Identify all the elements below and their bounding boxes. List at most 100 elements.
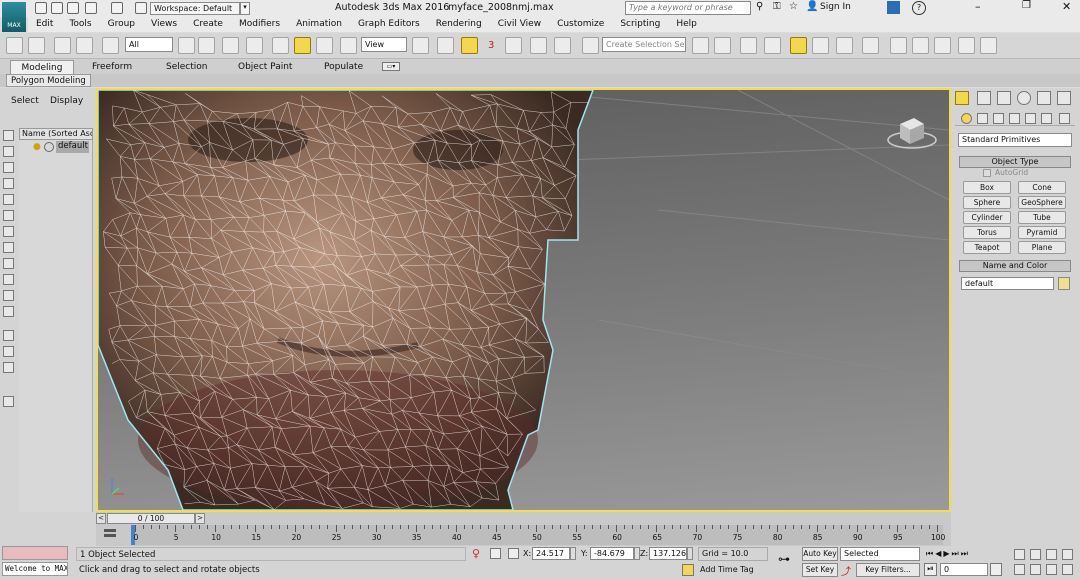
edit-named-selection-icon[interactable] <box>582 37 599 54</box>
workspace-dropdown[interactable]: Workspace: Default <box>150 2 240 15</box>
name-and-color-rollout[interactable]: Name and Color <box>959 260 1071 272</box>
name-column-header[interactable]: Name (Sorted Asc <box>19 128 93 140</box>
keyboard-shortcut-override-icon[interactable] <box>461 37 478 54</box>
display-xrefs-icon[interactable] <box>3 258 14 269</box>
display-shapes-icon[interactable] <box>3 162 14 173</box>
help-icon[interactable]: ? <box>912 1 926 15</box>
unlink-icon[interactable] <box>76 37 93 54</box>
search-input[interactable]: Type a keyword or phrase <box>625 1 751 15</box>
systems-icon[interactable] <box>1059 113 1070 124</box>
create-tab-icon[interactable] <box>955 91 969 105</box>
menu-civil-view[interactable]: Civil View <box>490 17 549 32</box>
filter-icon[interactable] <box>3 396 14 407</box>
render-activeshade-icon[interactable] <box>980 37 997 54</box>
named-selection-dropdown[interactable]: Create Selection Set <box>602 37 686 52</box>
object-name-field[interactable]: default <box>961 277 1054 290</box>
time-slider[interactable]: 0 / 100 <box>107 513 195 524</box>
scene-select-menu[interactable]: Select <box>11 96 39 106</box>
torus-button[interactable]: Torus <box>963 226 1011 239</box>
render-production-icon[interactable] <box>934 37 951 54</box>
tab-populate[interactable]: Populate <box>324 60 363 74</box>
modify-tab-icon[interactable] <box>977 91 991 105</box>
go-to-end-icon[interactable]: ⏭ <box>961 549 970 558</box>
ribbon-options-icon[interactable]: ▭▾ <box>382 62 400 71</box>
spinner-snap-icon[interactable] <box>554 37 571 54</box>
menu-create[interactable]: Create <box>185 17 231 32</box>
manipulate-icon[interactable] <box>437 37 454 54</box>
menu-scripting[interactable]: Scripting <box>612 17 668 32</box>
play-icon[interactable]: ▶ <box>943 549 951 558</box>
align-icon[interactable] <box>714 37 731 54</box>
set-key-icon[interactable]: ⤴ <box>841 563 854 578</box>
menu-modifiers[interactable]: Modifiers <box>231 17 288 32</box>
display-none-icon[interactable] <box>3 130 14 141</box>
primitive-category-dropdown[interactable]: Standard Primitives <box>958 133 1072 147</box>
star-icon[interactable]: ☆ <box>789 1 798 12</box>
z-coordinate-field[interactable]: 137.126 <box>649 547 687 560</box>
curve-editor-icon[interactable] <box>812 37 829 54</box>
layer-explorer-icon[interactable] <box>740 37 757 54</box>
key-selection-dropdown[interactable]: Selected <box>840 547 920 561</box>
zoom-icon[interactable] <box>1014 549 1025 560</box>
orbit-icon[interactable] <box>1046 564 1057 575</box>
display-all-icon[interactable] <box>3 330 14 341</box>
invert-display-icon[interactable] <box>3 362 14 373</box>
menu-views[interactable]: Views <box>143 17 185 32</box>
auto-key-button[interactable]: Auto Key <box>802 547 838 561</box>
object-type-rollout[interactable]: Object Type <box>959 156 1071 168</box>
close-icon[interactable]: ✕ <box>1062 0 1071 13</box>
display-groups-icon[interactable] <box>3 242 14 253</box>
exchange-icon[interactable] <box>887 1 900 14</box>
time-configuration-icon[interactable] <box>990 563 1002 576</box>
toggle-ribbon-icon[interactable] <box>764 37 781 54</box>
tab-freeform[interactable]: Freeform <box>92 60 132 74</box>
lightbulb-icon[interactable]: ● <box>33 142 41 152</box>
select-object-icon[interactable] <box>178 37 195 54</box>
teapot-button[interactable]: Teapot <box>963 241 1011 254</box>
menu-rendering[interactable]: Rendering <box>428 17 490 32</box>
zoom-extents-icon[interactable] <box>1046 549 1057 560</box>
timeline-ruler[interactable]: 0 5 10 15 20 25 30 35 40 45 50 55 60 65 70 75 80 85 90 95 10… <box>131 525 945 545</box>
z-spinner[interactable] <box>687 547 693 560</box>
select-by-name-icon[interactable] <box>198 37 215 54</box>
render-setup-icon[interactable] <box>890 37 907 54</box>
percent-snap-icon[interactable] <box>530 37 547 54</box>
field-of-view-icon[interactable] <box>1014 564 1025 575</box>
key-icon[interactable]: ⚿ <box>773 1 781 12</box>
binoculars-icon[interactable]: ⚲ <box>756 1 763 12</box>
display-spacewarps-icon[interactable] <box>3 226 14 237</box>
current-frame-field[interactable]: 0 <box>940 563 988 576</box>
display-helpers-icon[interactable] <box>3 210 14 221</box>
key-mode-toggle-icon[interactable]: ⏯ <box>924 563 937 576</box>
select-scale-icon[interactable] <box>316 37 333 54</box>
menu-help[interactable]: Help <box>668 17 705 32</box>
redo-icon[interactable] <box>111 2 123 14</box>
display-containers-icon[interactable] <box>3 290 14 301</box>
polygon-modeling-panel[interactable]: Polygon Modeling <box>6 74 91 87</box>
key-filters-button[interactable]: Key Filters... <box>856 563 920 577</box>
schematic-view-icon[interactable] <box>836 37 853 54</box>
lights-icon[interactable] <box>993 113 1004 124</box>
undo-icon[interactable] <box>85 2 97 14</box>
save-icon[interactable] <box>67 2 79 14</box>
display-cameras-icon[interactable] <box>3 194 14 205</box>
select-place-icon[interactable] <box>340 37 357 54</box>
freeze-icon[interactable] <box>44 142 54 152</box>
slider-prev-icon[interactable]: < <box>96 513 106 524</box>
helpers-icon[interactable] <box>1025 113 1036 124</box>
menu-edit[interactable]: Edit <box>28 17 61 32</box>
box-button[interactable]: Box <box>963 181 1011 194</box>
x-spinner[interactable] <box>570 547 576 560</box>
selection-filter-dropdown[interactable]: All <box>125 37 173 52</box>
mini-curve-editor-icon[interactable] <box>104 527 118 541</box>
cameras-icon[interactable] <box>1009 113 1020 124</box>
bind-space-warp-icon[interactable] <box>102 37 119 54</box>
cylinder-button[interactable]: Cylinder <box>963 211 1011 224</box>
set-key-button[interactable]: Set Key <box>802 563 838 577</box>
snap-toggle-label[interactable]: 3 <box>488 40 494 51</box>
display-geometry-icon[interactable] <box>3 146 14 157</box>
open-icon[interactable] <box>51 2 63 14</box>
selection-lock-icon[interactable] <box>490 548 501 559</box>
minimize-icon[interactable]: – <box>975 0 981 13</box>
angle-snap-icon[interactable] <box>505 37 522 54</box>
